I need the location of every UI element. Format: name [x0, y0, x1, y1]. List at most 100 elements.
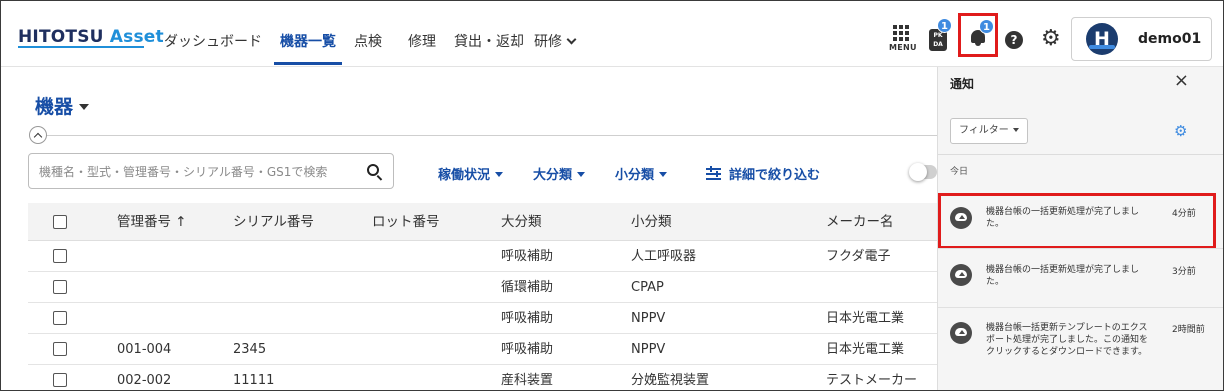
app-frame: HITOTSU Asset ダッシュボード 機器一覧 点検 修理 貸出・返却 研… — [0, 0, 1224, 391]
nav-dashboard[interactable]: ダッシュボード — [164, 31, 262, 51]
notification-badge: 1 — [979, 19, 994, 34]
notification-panel-header: 通知 × — [938, 67, 1223, 100]
app-logo[interactable]: HITOTSU Asset — [18, 27, 164, 47]
nav-lending[interactable]: 貸出・返却 — [454, 31, 524, 51]
filter-minor-category[interactable]: 小分類 — [615, 164, 668, 183]
cell-major: 呼吸補助 — [501, 342, 554, 357]
view-toggle[interactable] — [909, 163, 937, 181]
section-label-today: 今日 — [950, 167, 969, 177]
column-header-minor[interactable]: 小分類 — [631, 203, 672, 241]
table-row[interactable]: 呼吸補助 人工呼吸器 フクダ電子 — [28, 241, 937, 272]
row-checkbox[interactable] — [53, 249, 67, 263]
caret-down-icon — [577, 172, 586, 177]
column-header-major[interactable]: 大分類 — [501, 203, 542, 241]
notification-time: 3分前 — [1172, 267, 1196, 277]
select-all-checkbox[interactable] — [53, 215, 67, 229]
filter-label: 小分類 — [615, 168, 655, 183]
cell-major: 呼吸補助 — [501, 249, 554, 264]
advanced-filter-button[interactable]: 詳細で絞り込む — [706, 164, 820, 183]
table-row[interactable]: 呼吸補助 NPPV 日本光電工業 — [28, 303, 937, 334]
cell-maker: 日本光電工業 — [826, 342, 905, 357]
notification-text: 機器台帳一括更新テンプレートのエクスポート処理が完了しました。この通知をクリック… — [986, 323, 1149, 357]
cell-maker: 日本光電工業 — [826, 311, 905, 326]
notification-panel-title: 通知 — [950, 77, 975, 91]
cell-major: 呼吸補助 — [501, 311, 554, 326]
main-nav: ダッシュボード 機器一覧 点検 修理 貸出・返却 研修 — [164, 31, 593, 65]
search-icon[interactable] — [367, 164, 379, 176]
cell-id: 001-004 — [117, 342, 172, 357]
cell-maker: フクダ電子 — [826, 249, 891, 264]
nav-inspection[interactable]: 点検 — [354, 31, 382, 51]
caret-down-icon — [79, 104, 90, 110]
notification-filter-dropdown[interactable]: フィルター — [950, 118, 1028, 144]
menu-label: MENU — [889, 43, 917, 52]
main-content: 機器 稼働状況 大分類 小分類 詳細で絞り込む 管理番号 ↑ シリアル番号 ロッ… — [1, 67, 937, 390]
cell-id: 002-002 — [117, 373, 172, 388]
notification-time: 2時間前 — [1172, 325, 1205, 335]
caret-down-icon — [1012, 128, 1019, 132]
advanced-filter-label: 詳細で絞り込む — [729, 168, 821, 183]
close-icon[interactable]: × — [1174, 71, 1189, 91]
divider — [45, 135, 937, 136]
divider — [938, 307, 1223, 308]
menu-button[interactable]: MENU — [889, 25, 917, 55]
row-checkbox[interactable] — [53, 311, 67, 325]
page-title[interactable]: 機器 — [35, 92, 90, 119]
search-input[interactable] — [39, 162, 357, 182]
top-header: HITOTSU Asset ダッシュボード 機器一覧 点検 修理 貸出・返却 研… — [1, 1, 1223, 67]
column-header-maker[interactable]: メーカー名 — [826, 203, 894, 241]
cell-minor: NPPV — [631, 342, 666, 357]
row-checkbox[interactable] — [53, 342, 67, 356]
nav-training[interactable]: 研修 — [534, 31, 577, 51]
row-checkbox[interactable] — [53, 280, 67, 294]
notification-text: 機器台帳の一括更新処理が完了しました。 — [986, 207, 1140, 229]
caret-down-icon — [495, 172, 504, 177]
column-header-lot[interactable]: ロット番号 — [372, 203, 440, 241]
filter-label: 大分類 — [533, 168, 573, 183]
cell-minor: CPAP — [631, 280, 664, 295]
logo-text-main: HITOTSU — [18, 27, 104, 47]
equipment-table: 管理番号 ↑ シリアル番号 ロット番号 大分類 小分類 メーカー名 呼吸補助 人… — [28, 203, 937, 390]
table-row[interactable]: 001-004 2345 呼吸補助 NPPV 日本光電工業 — [28, 334, 937, 365]
user-menu[interactable]: H demo01 — [1071, 17, 1212, 61]
cell-major: 産科装置 — [501, 373, 554, 388]
collapse-button[interactable] — [29, 126, 47, 144]
notification-button[interactable]: 1 — [958, 13, 998, 57]
column-header-id[interactable]: 管理番号 ↑ — [117, 203, 187, 241]
logo-underline — [18, 46, 144, 48]
cell-minor: 人工呼吸器 — [631, 249, 697, 264]
page-title-text: 機器 — [35, 96, 74, 118]
menu-grid-icon — [893, 25, 911, 41]
nav-equipment-list[interactable]: 機器一覧 — [274, 31, 342, 65]
gear-icon[interactable]: ⚙ — [1041, 28, 1061, 50]
notification-item[interactable]: 機器台帳一括更新テンプレートのエクスポート処理が完了しました。この通知をクリック… — [938, 309, 1223, 389]
table-row[interactable]: 002-002 11111 産科装置 分娩監視装置 テストメーカー — [28, 365, 937, 390]
filter-major-category[interactable]: 大分類 — [533, 164, 586, 183]
filter-label: 稼働状況 — [438, 168, 491, 183]
cloud-download-icon — [950, 207, 972, 229]
help-icon[interactable]: ? — [1005, 31, 1023, 49]
search-box — [28, 153, 394, 189]
table-row[interactable]: 循環補助 CPAP — [28, 272, 937, 303]
divider — [938, 154, 1223, 155]
username: demo01 — [1138, 31, 1202, 47]
filter-operation-status[interactable]: 稼働状況 — [438, 164, 504, 183]
qr-icon[interactable]: PK DA 1 — [929, 18, 952, 51]
cell-minor: NPPV — [631, 311, 666, 326]
notification-item[interactable]: 機器台帳の一括更新処理が完了しました。 3分前 — [938, 250, 1223, 306]
column-header-serial[interactable]: シリアル番号 — [233, 203, 314, 241]
gear-icon[interactable]: ⚙ — [1174, 122, 1187, 140]
chevron-down-icon — [566, 34, 577, 45]
nav-repair[interactable]: 修理 — [408, 31, 436, 51]
cloud-download-icon — [950, 322, 972, 344]
cell-major: 循環補助 — [501, 280, 554, 295]
cell-serial: 2345 — [233, 342, 267, 357]
notification-item[interactable]: 機器台帳の一括更新処理が完了しました。 4分前 — [938, 195, 1223, 245]
cell-serial: 11111 — [233, 373, 275, 388]
table-header: 管理番号 ↑ シリアル番号 ロット番号 大分類 小分類 メーカー名 — [28, 203, 937, 241]
notification-filter-label: フィルター — [959, 125, 1009, 136]
row-checkbox[interactable] — [53, 373, 67, 387]
notification-text: 機器台帳の一括更新処理が完了しました。 — [986, 265, 1140, 287]
cloud-download-icon — [950, 264, 972, 286]
nav-training-label: 研修 — [534, 34, 562, 50]
